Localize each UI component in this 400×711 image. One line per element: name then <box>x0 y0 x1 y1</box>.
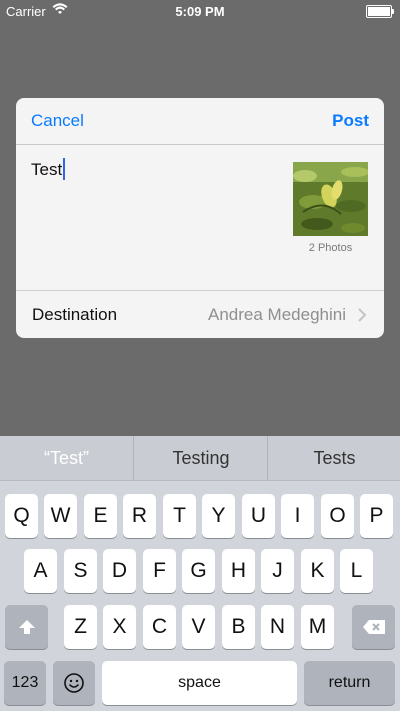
key-z[interactable]: Z <box>64 605 97 649</box>
key-f[interactable]: F <box>143 549 176 593</box>
shift-arrow-icon <box>18 620 35 634</box>
key-b[interactable]: B <box>222 605 255 649</box>
key-e[interactable]: E <box>84 494 117 538</box>
battery-icon <box>366 5 394 18</box>
delete-key[interactable] <box>352 605 395 649</box>
key-g[interactable]: G <box>182 549 215 593</box>
key-r[interactable]: R <box>123 494 156 538</box>
key-k[interactable]: K <box>301 549 334 593</box>
emoji-icon <box>64 673 84 693</box>
clock: 5:09 PM <box>175 4 225 19</box>
destination-row[interactable]: Destination Andrea Medeghini <box>16 290 384 338</box>
compose-text: Test <box>31 160 63 179</box>
chevron-right-icon <box>358 308 367 322</box>
space-key[interactable]: space <box>102 661 297 705</box>
key-x[interactable]: X <box>103 605 136 649</box>
post-button[interactable]: Post <box>332 111 369 131</box>
key-h[interactable]: H <box>222 549 255 593</box>
destination-value: Andrea Medeghini <box>208 305 346 324</box>
key-t[interactable]: T <box>163 494 196 538</box>
compose-text-field[interactable]: Test <box>31 158 66 180</box>
numbers-key[interactable]: 123 <box>4 661 46 705</box>
photo-thumbnail-image <box>293 162 368 236</box>
key-o[interactable]: O <box>321 494 354 538</box>
key-q[interactable]: Q <box>5 494 38 538</box>
key-v[interactable]: V <box>182 605 215 649</box>
key-u[interactable]: U <box>242 494 275 538</box>
key-w[interactable]: W <box>44 494 77 538</box>
status-bar: Carrier 5:09 PM <box>0 0 400 22</box>
key-n[interactable]: N <box>261 605 294 649</box>
key-l[interactable]: L <box>340 549 373 593</box>
suggestion-3[interactable]: Tests <box>267 436 400 480</box>
cancel-button[interactable]: Cancel <box>31 111 84 131</box>
attachment-thumbnail[interactable] <box>293 162 368 236</box>
key-i[interactable]: I <box>281 494 314 538</box>
key-d[interactable]: D <box>103 549 136 593</box>
destination-label: Destination <box>32 305 118 324</box>
suggestion-2[interactable]: Testing <box>133 436 268 480</box>
key-p[interactable]: P <box>360 494 393 538</box>
emoji-key[interactable] <box>53 661 95 705</box>
compose-sheet: Cancel Post Test 2 Photos Destination An… <box>16 98 384 338</box>
photos-count-label: 2 Photos <box>308 242 353 254</box>
key-a[interactable]: A <box>24 549 57 593</box>
shift-key[interactable] <box>5 605 48 649</box>
keyboard: “Test” Testing Tests Q W E R T Y U I O P… <box>0 436 400 711</box>
backspace-icon <box>362 620 385 634</box>
key-m[interactable]: M <box>301 605 334 649</box>
key-c[interactable]: C <box>143 605 176 649</box>
sheet-header: Cancel Post <box>16 98 384 145</box>
suggestion-bar: “Test” Testing Tests <box>0 436 400 481</box>
suggestion-1[interactable]: “Test” <box>0 436 133 480</box>
key-s[interactable]: S <box>64 549 97 593</box>
text-caret <box>63 158 66 180</box>
key-y[interactable]: Y <box>202 494 235 538</box>
return-key[interactable]: return <box>304 661 395 705</box>
key-j[interactable]: J <box>261 549 294 593</box>
